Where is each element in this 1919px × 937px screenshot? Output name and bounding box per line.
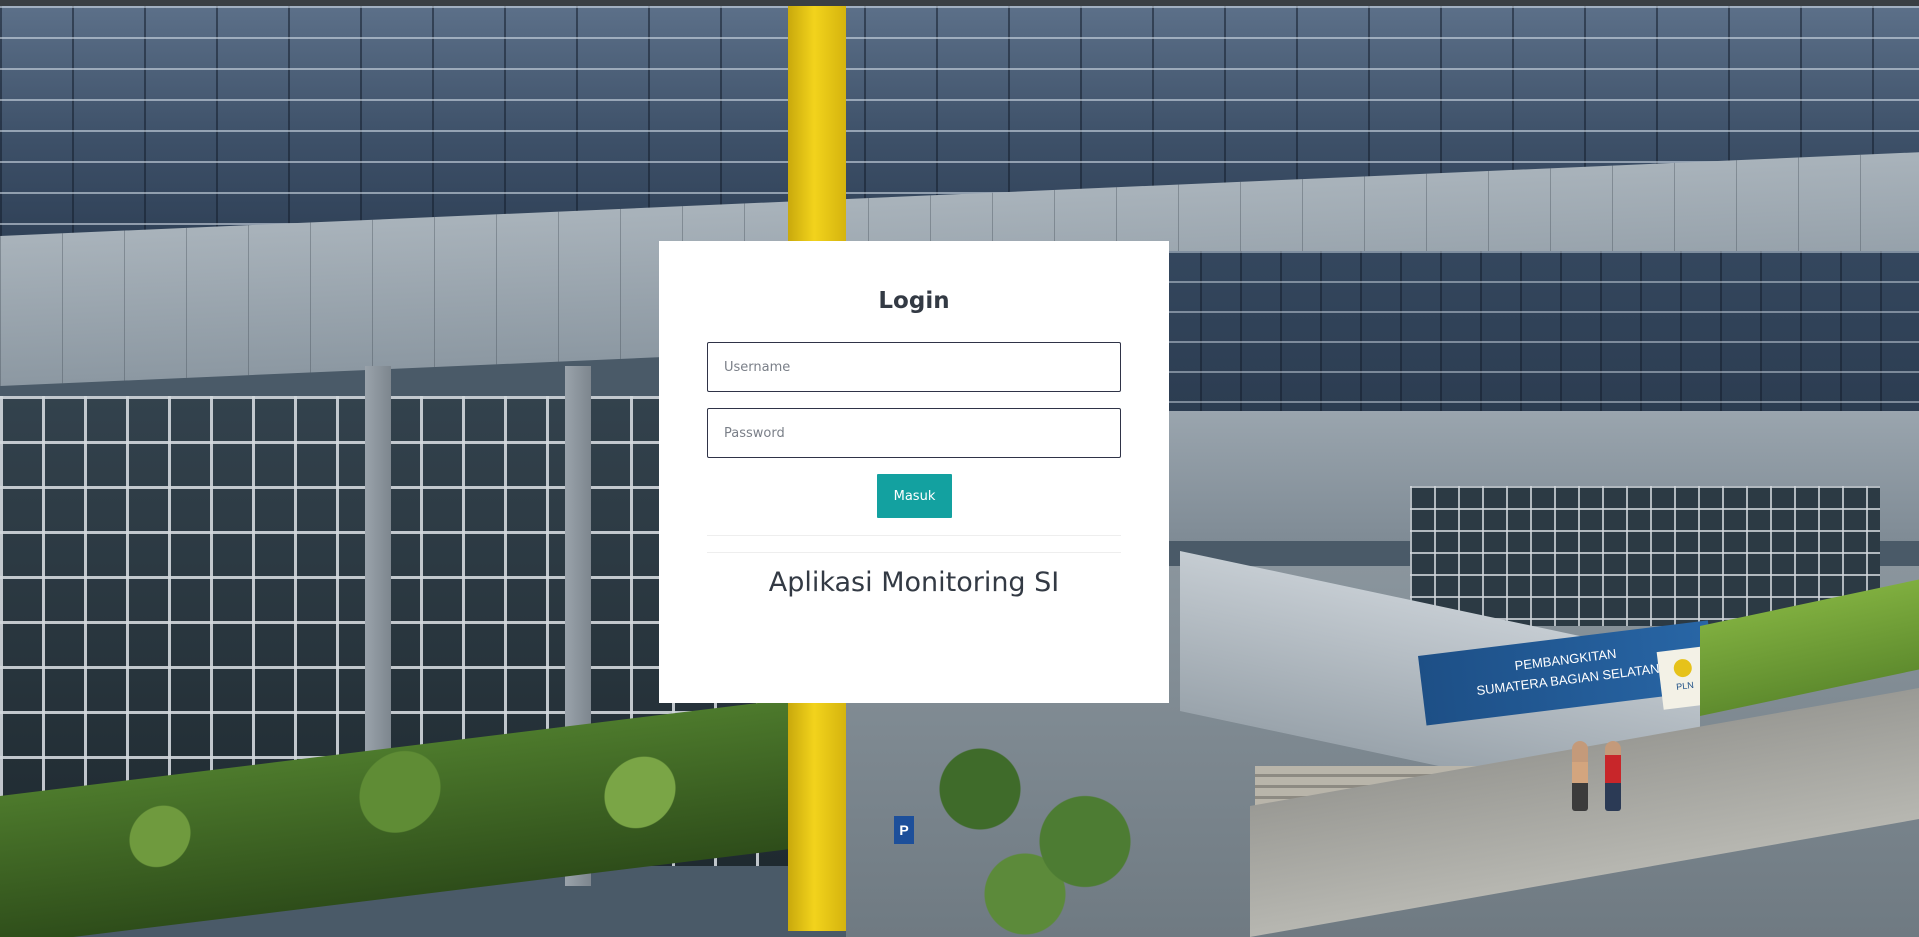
login-submit-button[interactable]: Masuk — [877, 474, 952, 518]
divider — [707, 535, 1121, 536]
password-input[interactable] — [707, 408, 1121, 458]
login-title: Login — [878, 288, 950, 314]
person-figure — [1572, 741, 1588, 811]
parking-sign: P — [894, 816, 914, 844]
login-page: PEMBANGKITAN SUMATERA BAGIAN SELATAN PLN… — [0, 0, 1919, 937]
login-card: Login Masuk Aplikasi Monitoring SI — [659, 241, 1169, 703]
planters — [890, 726, 1190, 936]
person-figure — [1605, 741, 1621, 811]
divider — [707, 552, 1121, 553]
app-name: Aplikasi Monitoring SI — [768, 567, 1060, 598]
username-input[interactable] — [707, 342, 1121, 392]
